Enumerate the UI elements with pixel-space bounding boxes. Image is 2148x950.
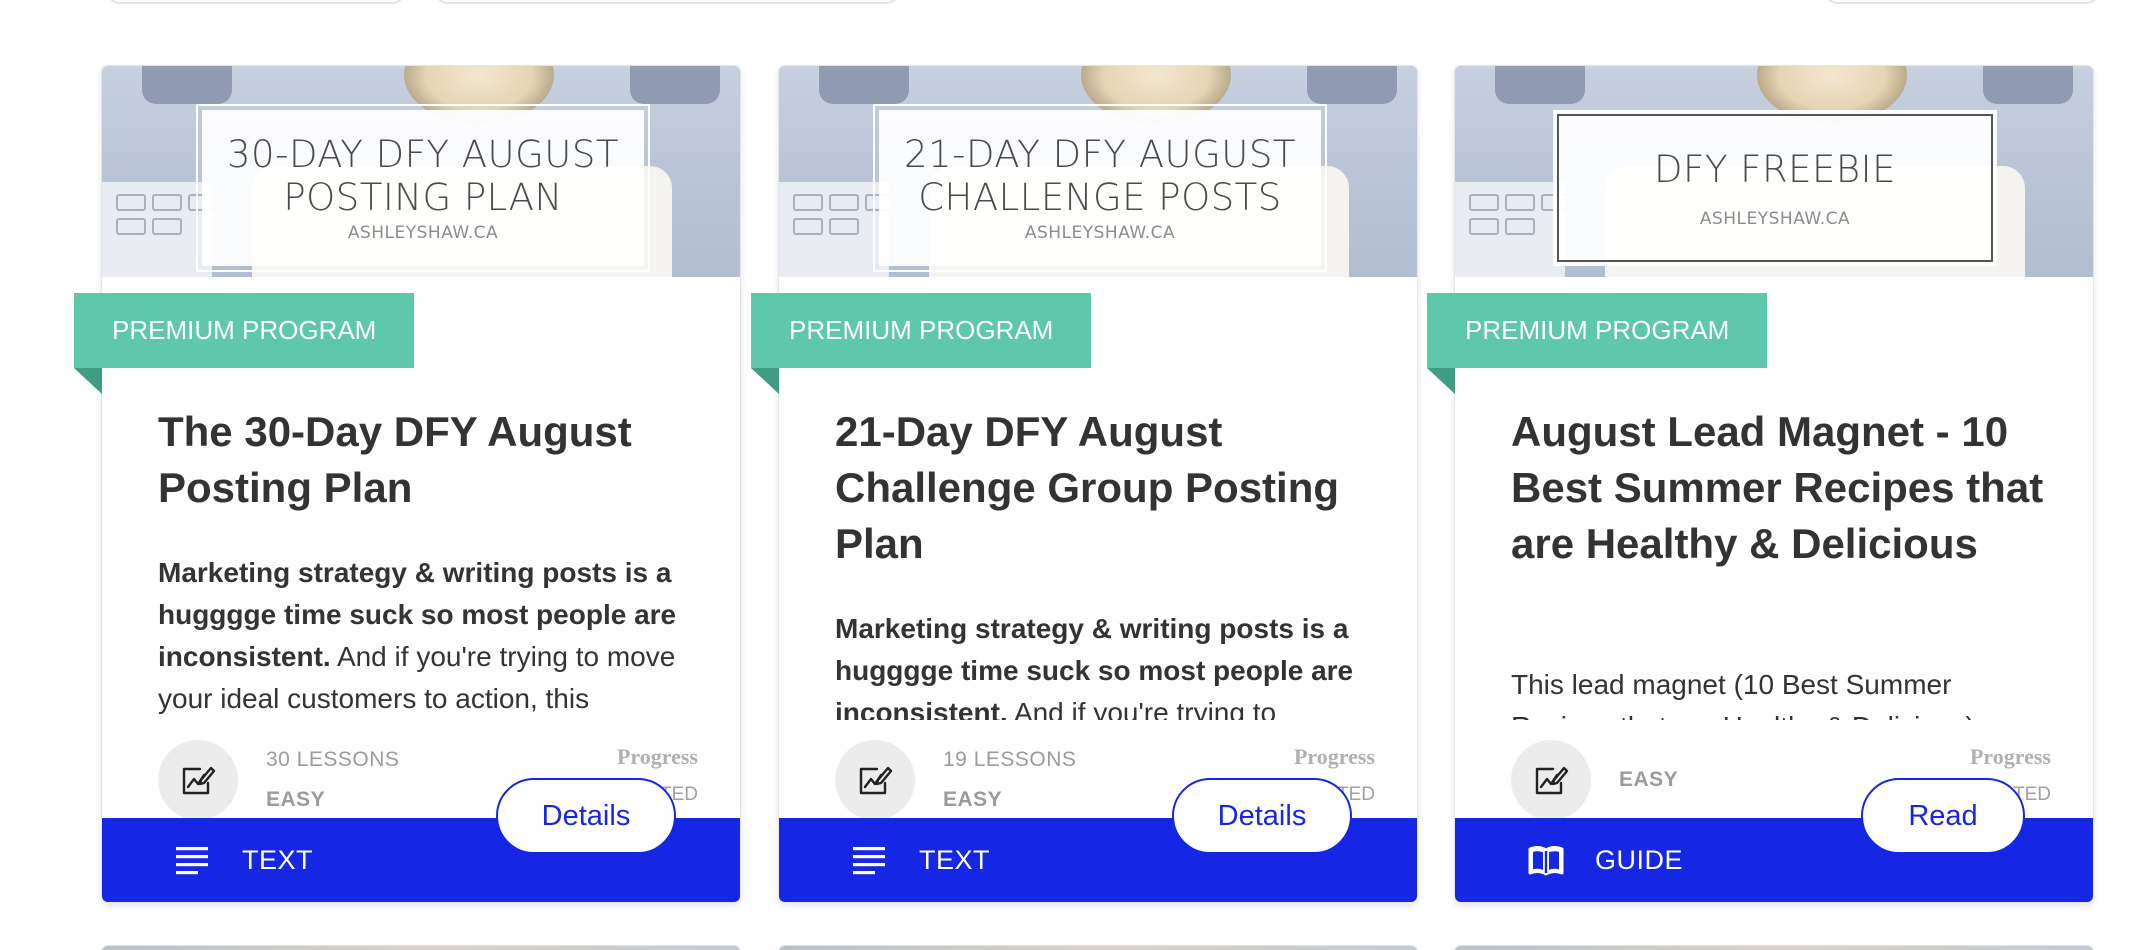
- cover-title: 21-DAY DFY AUGUST CHALLENGE POSTS: [904, 133, 1296, 219]
- course-description: Marketing strategy & writing posts is a …: [835, 608, 1375, 720]
- lessons-count: 19 LESSONS: [943, 748, 1077, 771]
- ribbon-fold: [74, 368, 102, 394]
- ribbon-fold: [751, 368, 779, 394]
- edit-document-icon: [1511, 740, 1591, 820]
- details-button[interactable]: Details: [496, 778, 676, 854]
- cover-title: DFY FREEBIE: [1654, 147, 1896, 191]
- course-description: This lead magnet (10 Best Summer Recipes…: [1511, 664, 2051, 720]
- difficulty-level: EASY: [943, 788, 1003, 811]
- text-lines-icon: [853, 847, 885, 875]
- course-cover-image: DFY FREEBIE ASHLEYSHAW.CA: [1455, 66, 2093, 277]
- course-card[interactable]: DFY FREEBIE ASHLEYSHAW.CA PREMIUM PROGRA…: [1427, 66, 2093, 902]
- search-input[interactable]: [434, 0, 900, 4]
- next-card-top: [1455, 946, 2093, 950]
- cover-subtitle: ASHLEYSHAW.CA: [1024, 223, 1176, 243]
- edit-document-icon: [158, 740, 238, 820]
- course-card[interactable]: 21-DAY DFY AUGUST CHALLENGE POSTS ASHLEY…: [751, 66, 1417, 902]
- next-card-top: [102, 946, 740, 950]
- progress-label: Progress: [616, 744, 698, 769]
- course-cover-image: 21-DAY DFY AUGUST CHALLENGE POSTS ASHLEY…: [779, 66, 1417, 277]
- premium-badge: PREMIUM PROGRAM: [74, 293, 415, 368]
- content-type-label: GUIDE: [1595, 845, 1684, 875]
- open-book-icon: [1528, 846, 1564, 876]
- ribbon-fold: [1427, 368, 1455, 394]
- read-button[interactable]: Read: [1861, 778, 2025, 854]
- sort-dropdown[interactable]: [1824, 0, 2100, 4]
- edit-document-icon: [835, 740, 915, 820]
- details-button[interactable]: Details: [1172, 778, 1352, 854]
- progress-label: Progress: [1293, 744, 1375, 769]
- text-lines-icon: [176, 847, 208, 875]
- cover-subtitle: ASHLEYSHAW.CA: [347, 223, 499, 243]
- course-title[interactable]: 21-Day DFY August Challenge Group Postin…: [835, 404, 1375, 572]
- lessons-count: 30 LESSONS: [266, 748, 400, 771]
- difficulty-level: EASY: [1619, 768, 1679, 791]
- content-type-label: TEXT: [919, 845, 991, 875]
- content-type-label: TEXT: [242, 845, 314, 875]
- cover-subtitle: ASHLEYSHAW.CA: [1699, 208, 1851, 229]
- course-description: Marketing strategy & writing posts is a …: [158, 552, 698, 720]
- course-card[interactable]: 30-DAY DFY AUGUST POSTING PLAN ASHLEYSHA…: [74, 66, 740, 902]
- progress-label: Progress: [1969, 744, 2051, 769]
- course-title[interactable]: August Lead Magnet - 10 Best Summer Reci…: [1511, 404, 2051, 572]
- premium-badge: PREMIUM PROGRAM: [1427, 293, 1768, 368]
- difficulty-level: EASY: [266, 788, 326, 811]
- description-text: This lead magnet (10 Best Summer Recipes…: [1511, 669, 1975, 720]
- course-title[interactable]: The 30-Day DFY August Posting Plan: [158, 404, 698, 516]
- cover-title: 30-DAY DFY AUGUST POSTING PLAN: [227, 133, 619, 219]
- premium-badge: PREMIUM PROGRAM: [751, 293, 1092, 368]
- course-cover-image: 30-DAY DFY AUGUST POSTING PLAN ASHLEYSHA…: [102, 66, 740, 277]
- filter-dropdown[interactable]: [106, 0, 406, 4]
- next-card-top: [779, 946, 1417, 950]
- description-text: And if you're trying to: [1007, 697, 1277, 720]
